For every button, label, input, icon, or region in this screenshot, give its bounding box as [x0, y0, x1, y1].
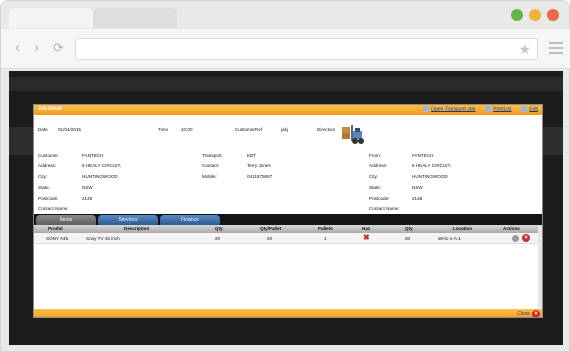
transport-contact-label: Contact:: [202, 163, 220, 168]
cell-description: Sony TV 45 inch: [86, 236, 120, 241]
browser-tab-active[interactable]: [9, 8, 93, 28]
customer-label: Customer:: [38, 153, 60, 158]
table-row[interactable]: SONY A45 Sony TV 45 inch 20 20 1 ✖ 20 WH…: [34, 233, 542, 244]
customer-postcode-label: Postcode:: [38, 196, 59, 201]
print-icon: [485, 106, 492, 112]
tab-finance[interactable]: Finance: [160, 215, 220, 225]
browser-menu-icon[interactable]: [549, 42, 563, 54]
from-postcode-value: 2148: [412, 196, 423, 201]
tab-services[interactable]: Services: [98, 215, 158, 225]
customer-ref-value: jakj: [281, 127, 288, 132]
customer-address-value: 8 HEALY CIRCUIT,: [82, 163, 122, 168]
tab-items[interactable]: Items: [36, 215, 96, 225]
transport-contact-value: Terry Jones: [247, 163, 271, 168]
edit-link[interactable]: Edit: [521, 106, 538, 112]
customer-contact-label: Contact Name:: [38, 206, 69, 211]
cell-location: WH1-1-A-1: [438, 236, 461, 241]
browser-toolbar: ‹ › ⟳ ★: [1, 29, 570, 69]
truck-icon: [423, 106, 430, 112]
delete-icon[interactable]: ×: [522, 234, 530, 242]
from-postcode-label: Postcode:: [369, 196, 390, 201]
address-bar[interactable]: ★: [75, 38, 538, 60]
cell-prodid: SONY A45: [46, 236, 69, 241]
minimize-button[interactable]: [529, 9, 541, 21]
grid-scrollbar[interactable]: [538, 225, 542, 309]
customer-value: FANTECH: [82, 153, 104, 158]
customer-state-value: NSW: [82, 185, 93, 190]
col-pallets[interactable]: Pallets: [318, 226, 333, 231]
browser-window: ‹ › ⟳ ★ Job Detail Open Transport Job Pr…: [0, 0, 570, 352]
from-state-value: NSW: [412, 185, 423, 190]
forklift-icon: [342, 125, 364, 144]
window-controls: [511, 9, 559, 21]
back-icon[interactable]: ‹: [15, 39, 20, 57]
from-label: From:: [369, 153, 381, 158]
col-description[interactable]: Description: [124, 226, 149, 231]
col-qty-2[interactable]: Qty: [405, 226, 413, 231]
maximize-button[interactable]: [511, 9, 523, 21]
customer-postcode-value: 2148: [82, 196, 93, 201]
dialog-title: Job Detail: [38, 106, 62, 112]
from-contact-label: Contact Name:: [369, 206, 400, 211]
customer-city-label: City:: [38, 174, 48, 179]
cell-qty-2: 20: [405, 236, 411, 241]
direction-label: Direction: [317, 127, 336, 132]
cell-qty-pallet: 20: [267, 236, 273, 241]
dialog-footer: Close ×: [34, 309, 542, 317]
from-city-value: HUNTINGWOOD: [412, 174, 448, 179]
time-value: 10:00: [181, 127, 193, 132]
dialog-actions: Open Transport Job PrintList Edit: [423, 106, 538, 112]
page-viewport: Job Detail Open Transport Job PrintList …: [9, 71, 563, 345]
settings-icon[interactable]: [512, 235, 519, 242]
from-state-label: State:: [369, 185, 382, 190]
from-city-label: City:: [369, 174, 379, 179]
time-label: Time: [158, 127, 169, 132]
cell-qty: 20: [215, 236, 221, 241]
transport-label: Transport:: [202, 153, 223, 158]
dialog-titlebar: Job Detail Open Transport Job PrintList …: [34, 105, 542, 115]
from-value: FANTECH: [412, 153, 434, 158]
print-list-link[interactable]: PrintList: [485, 106, 511, 112]
edit-icon: [521, 106, 528, 112]
open-transport-job-link[interactable]: Open Transport Job: [423, 106, 475, 112]
close-icon[interactable]: ×: [532, 310, 540, 317]
date-value: 01/04/2015: [58, 127, 81, 132]
col-qty[interactable]: Qty: [215, 226, 223, 231]
reload-icon[interactable]: ⟳: [53, 39, 64, 57]
items-grid-header: ProdId Description Qty Qty/Pallet Pallet…: [34, 225, 542, 233]
customer-city-value: HUNTINGWOOD: [82, 174, 118, 179]
close-window-button[interactable]: [547, 9, 559, 21]
col-location[interactable]: Location: [453, 226, 472, 231]
col-prodid[interactable]: ProdId: [48, 226, 63, 231]
transport-value: KBT: [247, 153, 256, 158]
col-actions: Actions: [503, 226, 520, 231]
col-haz[interactable]: Haz: [362, 226, 370, 231]
customer-state-label: State:: [38, 185, 51, 190]
customer-ref-label: CustomerRef: [235, 127, 263, 132]
forward-icon[interactable]: ›: [34, 39, 39, 57]
job-detail-dialog: Job Detail Open Transport Job PrintList …: [33, 104, 543, 318]
cell-pallets: 1: [324, 236, 327, 241]
detail-tabs: Items Services Finance: [34, 214, 542, 225]
date-label: Date: [38, 127, 48, 132]
col-qty-pallet[interactable]: Qty/Pallet: [260, 226, 281, 231]
customer-address-label: Address:: [38, 163, 57, 168]
hazard-x-icon: ✖: [363, 233, 370, 242]
browser-tab[interactable]: [93, 8, 177, 28]
transport-mobile-label: Mobile:: [202, 174, 217, 179]
tab-bar: [1, 1, 570, 29]
app-navbar: [9, 77, 563, 91]
from-address-value: 8 HEALY CIRCUIT,: [412, 163, 452, 168]
transport-mobile-value: 0411875667: [247, 174, 273, 179]
close-label[interactable]: Close: [517, 311, 530, 317]
from-address-label: Address:: [369, 163, 388, 168]
bookmark-star-icon[interactable]: ★: [518, 41, 531, 58]
